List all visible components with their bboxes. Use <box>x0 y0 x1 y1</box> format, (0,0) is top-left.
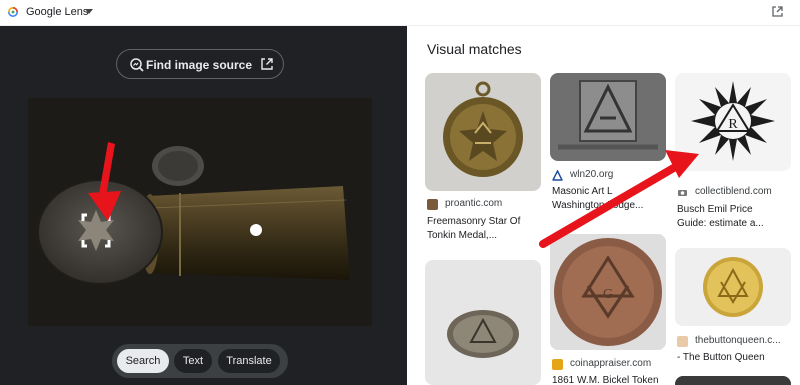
find-image-source-label: Find image source <box>146 58 253 72</box>
mode-switcher: Search Text Translate <box>112 344 288 378</box>
open-in-new-icon[interactable] <box>771 5 784 18</box>
image-panel: Find image source Search Text Translate <box>0 26 407 385</box>
mode-text-button[interactable]: Text <box>174 349 212 373</box>
mode-translate-button[interactable]: Translate <box>218 349 280 373</box>
app-title: Google Lens <box>26 6 89 18</box>
find-image-source-button[interactable]: Find image source <box>116 49 284 79</box>
open-in-new-icon <box>261 58 273 70</box>
annotation-arrow <box>539 150 699 248</box>
mode-search-button[interactable]: Search <box>117 349 169 373</box>
top-bar: Google Lens <box>0 0 800 26</box>
chevron-down-icon[interactable] <box>85 9 93 14</box>
google-lens-icon <box>8 7 18 17</box>
query-image[interactable] <box>28 98 372 326</box>
image-search-icon <box>130 58 144 72</box>
results-panel: Visual matches proantic.com Freemasonry … <box>407 26 800 385</box>
